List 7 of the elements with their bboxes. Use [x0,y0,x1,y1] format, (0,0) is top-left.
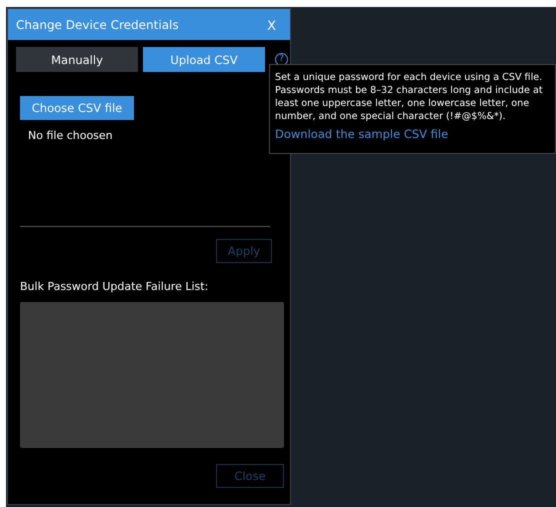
tab[interactable]: Upload CSV [143,47,265,72]
choose-file-button[interactable]: Choose CSV file [20,96,134,120]
dialog-title: Change Device Credentials [16,18,179,32]
tab[interactable]: Manually [16,47,138,72]
failure-list-label: Bulk Password Update Failure List: [20,280,210,293]
tooltip-text: Set a unique password for each device using a CSV file. Passwords must be 8–32 characters long and include at least one uppercase letter, one lowercase letter, one number, and one special character (!#@$%&*). [275,71,544,123]
download-link[interactable]: Download the sample CSV file [275,127,551,141]
